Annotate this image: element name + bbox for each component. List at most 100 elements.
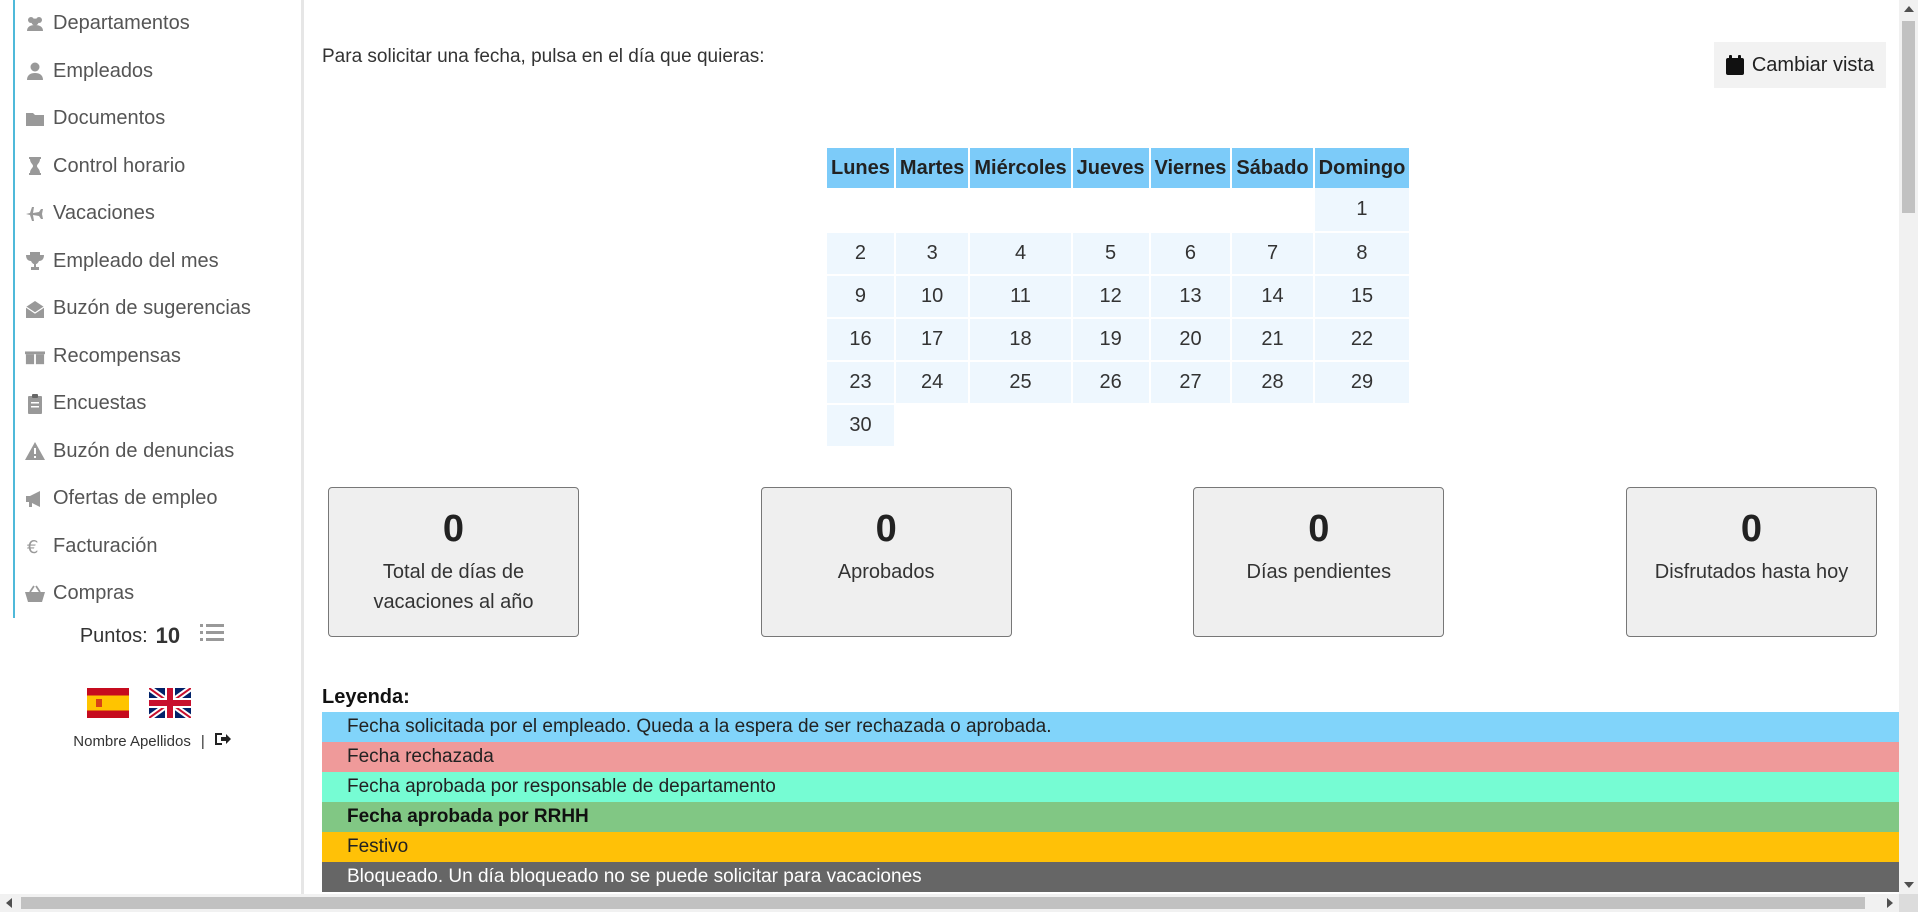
calendar-day[interactable]: 24 [895, 360, 969, 403]
calendar-empty-cell [1314, 403, 1410, 446]
user-info: Nombre Apellidos | [0, 732, 304, 750]
user-name[interactable]: Nombre Apellidos [73, 733, 191, 750]
horizontal-scrollbar[interactable] [0, 894, 1899, 912]
scroll-thumb-horizontal[interactable] [21, 897, 1865, 909]
envelope-open-icon [23, 299, 47, 319]
calendar-day[interactable]: 6 [1150, 231, 1231, 274]
calendar-day[interactable]: 14 [1232, 274, 1313, 317]
sidebar-item-label: Departamentos [53, 12, 190, 35]
sidebar-item-documentos[interactable]: Documentos [15, 95, 301, 143]
sidebar-item-buzon-de-denuncias[interactable]: Buzón de denuncias [15, 428, 301, 476]
sidebar-item-empleados[interactable]: Empleados [15, 48, 301, 96]
legend-item: Fecha aprobada por RRHH [322, 802, 1899, 832]
calendar-week: 16 17 18 19 20 21 22 [827, 317, 1410, 360]
legend-item: Festivo [322, 832, 1899, 862]
sidebar-item-ofertas-de-empleo[interactable]: Ofertas de empleo [15, 475, 301, 523]
sidebar: Departamentos Empleados Documentos Control … [0, 0, 304, 894]
sidebar-item-label: Recompensas [53, 344, 181, 367]
scroll-left-icon[interactable] [6, 898, 12, 908]
stat-box: 0 Total de días de vacaciones al año [328, 487, 579, 637]
scrollbar-corner [1899, 894, 1918, 912]
calendar-day[interactable]: 5 [1072, 231, 1149, 274]
sidebar-item-compras[interactable]: Compras [15, 570, 301, 618]
scroll-thumb[interactable] [1902, 21, 1915, 213]
instruction-text: Para solicitar una fecha, pulsa en el dí… [322, 46, 765, 67]
trophy-icon [23, 251, 47, 271]
calendar-day[interactable]: 1 [1314, 188, 1410, 231]
calendar-day[interactable]: 19 [1072, 317, 1149, 360]
calendar-empty-cell [895, 403, 969, 446]
calendar-day[interactable]: 23 [827, 360, 894, 403]
stats-row: 0 Total de días de vacaciones al año 0 Apro… [328, 487, 1877, 637]
stat-value: 0 [1740, 508, 1763, 550]
calendar-day[interactable]: 29 [1314, 360, 1410, 403]
clipboard-icon [23, 393, 47, 414]
calendar-day[interactable]: 30 [827, 403, 894, 446]
calendar-header-0: Lunes [827, 148, 894, 188]
language-selector [87, 688, 191, 718]
calendar-day[interactable]: 25 [970, 360, 1071, 403]
sidebar-nav: Departamentos Empleados Documentos Control … [13, 0, 301, 618]
calendar-day[interactable]: 20 [1150, 317, 1231, 360]
calendar-header-1: Martes [895, 148, 969, 188]
uk-flag-icon[interactable] [149, 688, 191, 718]
calendar-day[interactable]: 4 [970, 231, 1071, 274]
calendar-empty-cell [1073, 188, 1149, 231]
basket-icon [23, 584, 47, 604]
calendar-day[interactable]: 2 [827, 231, 894, 274]
calendar-day[interactable]: 16 [827, 317, 894, 360]
calendar-day[interactable]: 13 [1150, 274, 1231, 317]
stat-label: Aprobados [837, 561, 935, 583]
calendar-day[interactable]: 27 [1150, 360, 1231, 403]
sidebar-item-label: Documentos [53, 107, 166, 130]
calendar-day[interactable]: 3 [895, 231, 969, 274]
scroll-down-icon[interactable] [1904, 882, 1914, 888]
list-icon[interactable] [200, 622, 225, 650]
calendar-day[interactable]: 7 [1232, 231, 1313, 274]
calendar-day[interactable]: 11 [970, 274, 1071, 317]
sidebar-item-departamentos[interactable]: Departamentos [15, 0, 301, 48]
sidebar-item-vacaciones[interactable]: Vacaciones [15, 190, 301, 238]
users-icon [23, 14, 47, 34]
scroll-up-icon[interactable] [1904, 6, 1914, 12]
legend-item: Fecha solicitada por el empleado. Queda … [322, 712, 1899, 742]
sidebar-item-label: Facturación [53, 534, 158, 557]
calendar-empty-cell [970, 403, 1071, 446]
calendar-day[interactable]: 9 [827, 274, 894, 317]
calendar-day[interactable]: 28 [1232, 360, 1313, 403]
sidebar-item-recompensas[interactable]: Recompensas [15, 333, 301, 381]
spain-flag-icon[interactable] [87, 688, 129, 718]
svg-text:€: € [27, 537, 38, 556]
calendar-empty-cell [1151, 188, 1231, 231]
calendar-day[interactable]: 18 [970, 317, 1071, 360]
calendar-day[interactable]: 10 [895, 274, 969, 317]
calendar-day[interactable]: 21 [1232, 317, 1313, 360]
logout-icon[interactable] [214, 732, 231, 750]
sidebar-item-facturacion[interactable]: € Facturación [15, 523, 301, 571]
vertical-scrollbar[interactable] [1899, 0, 1918, 894]
folder-icon [23, 109, 47, 129]
calendar-week: 2345678 [827, 231, 1410, 274]
calendar-day[interactable]: 15 [1314, 274, 1410, 317]
change-view-button[interactable]: Cambiar vista [1714, 42, 1886, 88]
sidebar-item-label: Control horario [53, 154, 186, 177]
sidebar-item-control-horario[interactable]: Control horario [15, 143, 301, 191]
stat-box: 0 Días pendientes [1193, 487, 1445, 637]
calendar-day[interactable]: 22 [1314, 317, 1410, 360]
sidebar-item-empleado-del-mes[interactable]: Empleado del mes [15, 238, 301, 286]
stat-label: Días pendientes [1246, 561, 1392, 583]
calendar-day[interactable]: 8 [1314, 231, 1410, 274]
sidebar-item-buzon-de-sugerencias[interactable]: Buzón de sugerencias [15, 285, 301, 333]
calendar-day[interactable]: 26 [1072, 360, 1149, 403]
stat-label: Disfrutados hasta hoy [1654, 561, 1849, 583]
gifts-icon [23, 346, 47, 366]
sidebar-item-label: Empleado del mes [53, 249, 219, 272]
plane-icon [23, 204, 47, 224]
stat-value: 0 [875, 508, 897, 550]
scroll-right-icon[interactable] [1887, 898, 1893, 908]
calendar-day[interactable]: 17 [895, 317, 969, 360]
calendar-empty-cell [1232, 188, 1312, 231]
calendar-day[interactable]: 12 [1072, 274, 1149, 317]
points-label: Puntos: [79, 624, 148, 647]
sidebar-item-encuestas[interactable]: Encuestas [15, 380, 301, 428]
